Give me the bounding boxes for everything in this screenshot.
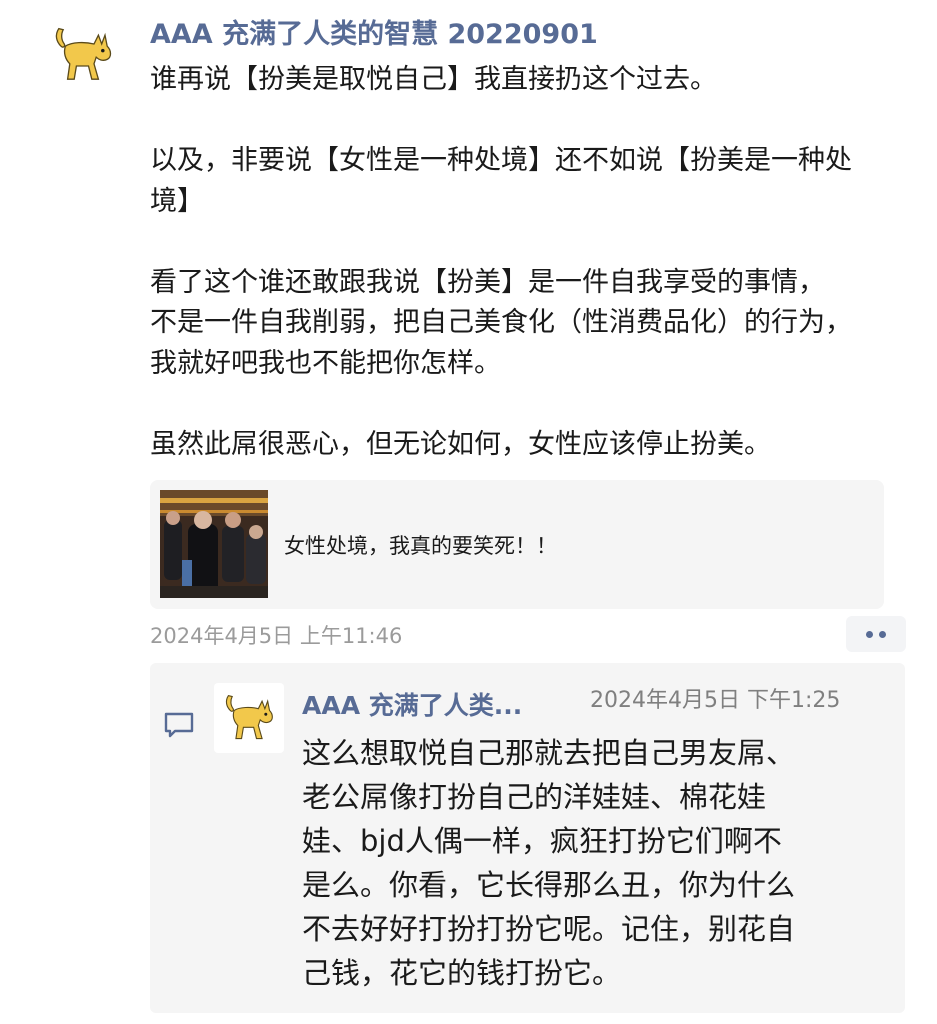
comment-timestamp: 2024年4月5日 下午1:25 — [590, 688, 841, 713]
comment-line: 娃、bjd人偶一样，疯狂打扮它们啊不 — [302, 824, 782, 858]
commenter-avatar[interactable] — [214, 683, 284, 753]
post-text: 谁再说【扮美是取悦自己】我直接扔这个过去。 以及，非要说【女性是一种处境】还不如… — [150, 60, 925, 465]
yellow-cat-icon — [225, 694, 273, 740]
comment-text: 这么想取悦自己那就去把自己男友屌、 老公屌像打扮自己的洋娃娃、棉花娃 娃、bjd… — [302, 731, 892, 995]
shared-link-title: 女性处境，我真的要笑死！！ — [284, 533, 557, 558]
comment-line: 不去好好打扮打扮它呢。记住，别花自 — [302, 912, 796, 946]
comment-line: 是么。你看，它长得那么丑，你为什么 — [302, 868, 796, 902]
shared-link-card[interactable]: 女性处境，我真的要笑死！！ — [150, 480, 884, 609]
comment-bubble-icon — [163, 711, 195, 739]
post-line: 境】 — [150, 185, 204, 217]
post-line: 谁再说【扮美是取悦自己】我直接扔这个过去。 — [150, 64, 717, 95]
comment-line: 老公屌像打扮自己的洋娃娃、棉花娃 — [302, 780, 767, 814]
post-line: 看了这个谁还敢跟我说【扮美】是一件自我享受的事情， — [150, 266, 825, 298]
comment-line: 己钱，花它的钱打扮它。 — [302, 956, 622, 990]
more-dots-icon — [879, 630, 886, 638]
shared-link-thumbnail — [160, 490, 268, 598]
video-thumbnail-image — [160, 490, 268, 598]
post-line: 不是一件自我削弱，把自己美食化（性消费品化）的行为， — [150, 307, 852, 338]
commenter-name[interactable]: AAA 充满了人类... — [302, 686, 522, 722]
post-author-name[interactable]: AAA 充满了人类的智慧 20220901 — [150, 12, 598, 51]
comment-line: 这么想取悦自己那就去把自己男友屌、 — [302, 736, 796, 770]
more-options-button[interactable] — [846, 616, 906, 652]
author-avatar[interactable] — [50, 22, 116, 88]
more-dots-icon — [866, 630, 873, 638]
post-line: 以及，非要说【女性是一种处境】还不如说【扮美是一种处 — [150, 145, 852, 176]
post-timestamp: 2024年4月5日 上午11:46 — [150, 624, 403, 648]
yellow-cat-icon — [55, 27, 112, 80]
post-line: 我就好吧我也不能把你怎样。 — [150, 347, 501, 379]
post-line: 虽然此屌很恶心，但无论如何，女性应该停止扮美。 — [150, 428, 771, 460]
